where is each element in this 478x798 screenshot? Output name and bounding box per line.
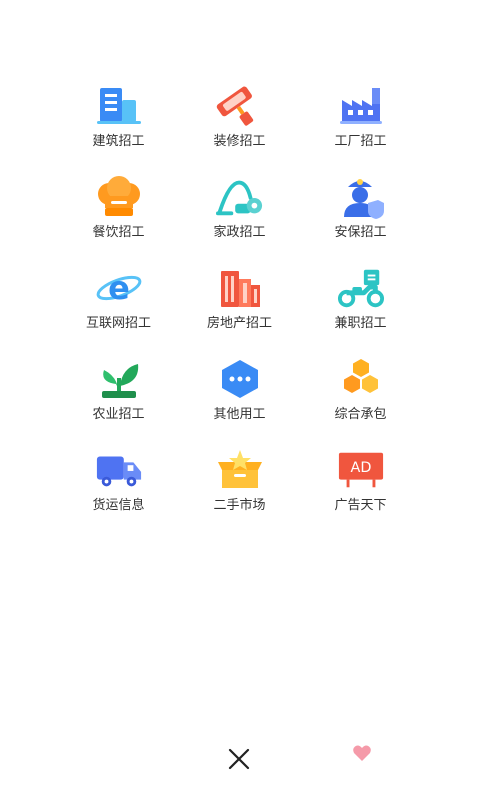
category-label: 家政招工	[213, 225, 266, 240]
scooter-icon	[337, 264, 385, 312]
category-part-time[interactable]: 兼职招工	[300, 264, 421, 355]
honeycomb-icon	[337, 355, 385, 403]
more-dots-icon	[216, 355, 264, 403]
category-label: 建筑招工	[92, 134, 145, 149]
category-label: 综合承包	[334, 407, 387, 422]
svg-text:e: e	[108, 269, 130, 307]
category-construction[interactable]: 建筑招工	[58, 82, 179, 173]
category-label: 广告天下	[334, 498, 387, 513]
category-contracting[interactable]: 综合承包	[300, 355, 421, 446]
category-internet[interactable]: e 互联网招工	[58, 264, 179, 355]
heart-icon	[352, 744, 372, 762]
close-icon	[228, 748, 250, 770]
chef-hat-icon	[95, 173, 143, 221]
vacuum-icon	[215, 173, 264, 221]
category-label: 兼职招工	[334, 316, 387, 331]
browser-e-icon: e	[95, 264, 143, 312]
category-label: 房地产招工	[206, 316, 272, 331]
category-advertising[interactable]: AD 广告天下	[300, 446, 421, 537]
star-box-icon	[216, 446, 264, 494]
factory-icon	[337, 82, 385, 130]
category-label: 农业招工	[92, 407, 145, 422]
buildings-icon	[216, 264, 264, 312]
category-label: 货运信息	[92, 498, 145, 513]
close-button[interactable]	[226, 746, 252, 772]
security-guard-icon	[337, 173, 385, 221]
category-second-hand[interactable]: 二手市场	[179, 446, 300, 537]
category-label: 装修招工	[213, 134, 266, 149]
category-housekeeping[interactable]: 家政招工	[179, 173, 300, 264]
category-freight[interactable]: 货运信息	[58, 446, 179, 537]
sprout-icon	[95, 355, 143, 403]
building-icon	[95, 82, 143, 130]
category-other[interactable]: 其他用工	[179, 355, 300, 446]
category-factory[interactable]: 工厂招工	[300, 82, 421, 173]
ad-board-icon: AD	[337, 446, 385, 494]
category-label: 互联网招工	[85, 316, 151, 331]
truck-icon	[95, 446, 143, 494]
category-grid: 建筑招工 装修招工 工厂招工 餐饮招工 家政招工 安保招工 e 互联网招工 房地…	[58, 82, 422, 537]
ad-badge-text: AD	[350, 460, 371, 476]
category-agriculture[interactable]: 农业招工	[58, 355, 179, 446]
category-label: 安保招工	[334, 225, 387, 240]
category-label: 其他用工	[213, 407, 266, 422]
category-security[interactable]: 安保招工	[300, 173, 421, 264]
paint-roller-icon	[216, 82, 264, 130]
category-label: 餐饮招工	[92, 225, 145, 240]
category-label: 二手市场	[213, 498, 266, 513]
category-real-estate[interactable]: 房地产招工	[179, 264, 300, 355]
category-catering[interactable]: 餐饮招工	[58, 173, 179, 264]
category-renovation[interactable]: 装修招工	[179, 82, 300, 173]
category-label: 工厂招工	[334, 134, 387, 149]
